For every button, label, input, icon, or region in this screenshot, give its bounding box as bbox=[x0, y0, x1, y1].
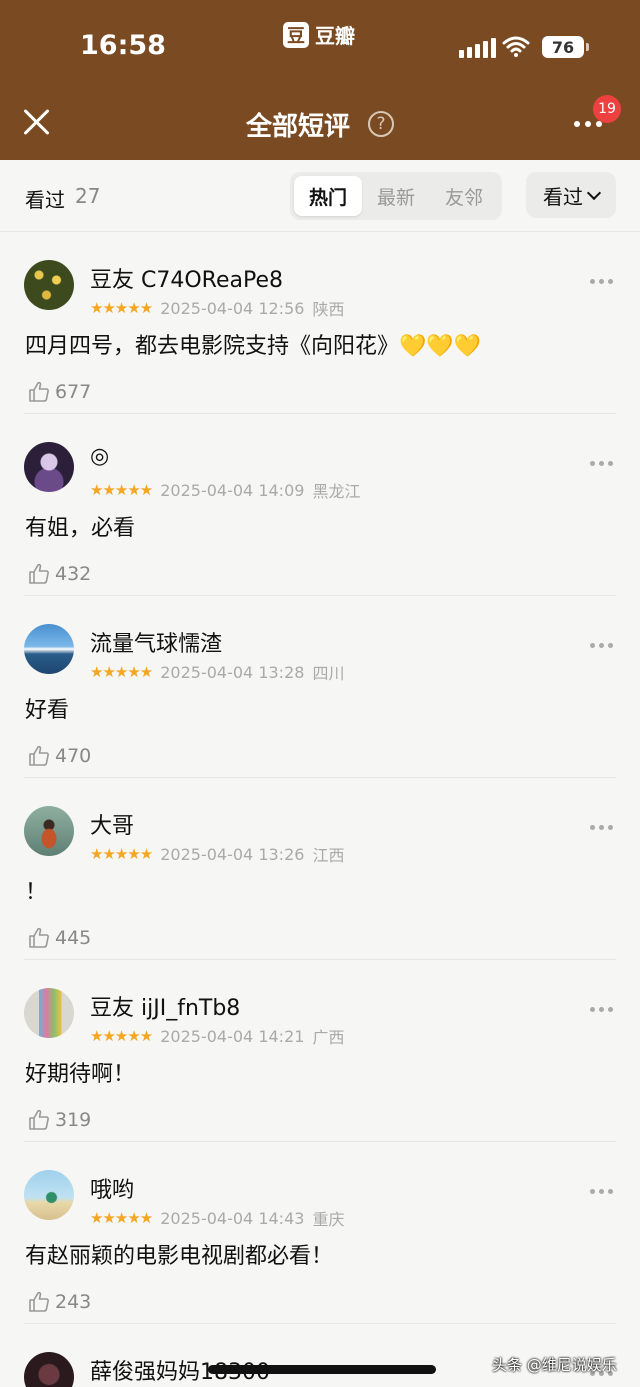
like-count: 432 bbox=[55, 563, 92, 585]
like-count: 445 bbox=[55, 927, 92, 949]
comment-text: 有赵丽颖的电影电视剧都必看！ bbox=[25, 1244, 334, 1269]
rating-stars: ★★★★★ bbox=[90, 1027, 153, 1045]
username[interactable]: 流量气球懦渣 bbox=[90, 626, 222, 658]
comment-item: 大哥 ★★★★★ 2025-04-04 13:26 江西 ！ 445 bbox=[0, 778, 640, 960]
like-count: 243 bbox=[55, 1291, 92, 1313]
comment-location: 陕西 bbox=[312, 300, 345, 319]
avatar[interactable] bbox=[24, 442, 74, 492]
comment-item: 豆友 ijJI_fnTb8 ★★★★★ 2025-04-04 14:21 广西 … bbox=[0, 960, 640, 1142]
app-header: 16:58 豆 豆瓣 76 全部短评 ? 19 bbox=[0, 0, 640, 160]
thumbs-up-icon bbox=[29, 381, 49, 402]
comment-text: 有姐，必看 bbox=[25, 516, 136, 541]
avatar[interactable] bbox=[24, 1170, 74, 1220]
like-button[interactable]: 470 bbox=[27, 744, 91, 768]
thumbs-up-icon bbox=[29, 927, 49, 948]
comment-more-icon[interactable] bbox=[590, 643, 613, 648]
rating-stars: ★★★★★ bbox=[90, 299, 153, 317]
username[interactable]: ◎ bbox=[90, 444, 109, 469]
douban-logo-icon: 豆 bbox=[283, 21, 309, 48]
comment-text: 好期待啊！ bbox=[25, 1062, 136, 1087]
battery-level: 76 bbox=[542, 36, 589, 58]
comment-more-icon[interactable] bbox=[590, 461, 613, 466]
seen-label: 看过 bbox=[25, 188, 65, 212]
wifi-icon bbox=[502, 36, 530, 57]
comment-location: 黑龙江 bbox=[312, 482, 361, 501]
comment-location: 广西 bbox=[312, 1028, 345, 1047]
cellular-signal-icon bbox=[459, 38, 496, 58]
comment-item: 哦哟 ★★★★★ 2025-04-04 14:43 重庆 有赵丽颖的电影电视剧都… bbox=[0, 1142, 640, 1324]
like-button[interactable]: 243 bbox=[27, 1290, 91, 1314]
seen-count: 27 bbox=[75, 184, 101, 208]
watermark: 头条 @维尼说娱乐 bbox=[492, 1356, 617, 1374]
avatar[interactable] bbox=[24, 806, 74, 856]
like-count: 677 bbox=[55, 381, 92, 403]
comment-more-icon[interactable] bbox=[590, 1189, 613, 1194]
thumbs-up-icon bbox=[29, 745, 49, 766]
comment-meta: ★★★★★ 2025-04-04 13:28 四川 bbox=[90, 660, 344, 684]
rating-stars: ★★★★★ bbox=[90, 1209, 153, 1227]
comment-time: 2025-04-04 13:28 bbox=[160, 662, 305, 682]
comment-time: 2025-04-04 13:26 bbox=[160, 844, 305, 864]
chevron-down-icon bbox=[586, 185, 602, 200]
tab-latest[interactable]: 最新 bbox=[362, 176, 430, 216]
comment-location: 四川 bbox=[312, 664, 345, 683]
thumbs-up-icon bbox=[29, 1109, 49, 1130]
comment-more-icon[interactable] bbox=[590, 825, 613, 830]
tab-hot[interactable]: 热门 bbox=[294, 176, 362, 216]
help-icon[interactable]: ? bbox=[368, 111, 394, 137]
home-indicator bbox=[208, 1365, 436, 1374]
comment-time: 2025-04-04 14:09 bbox=[160, 480, 305, 500]
like-button[interactable]: 432 bbox=[27, 562, 91, 586]
avatar[interactable] bbox=[24, 260, 74, 310]
comment-text: 好看 bbox=[25, 698, 70, 723]
close-icon[interactable] bbox=[22, 108, 50, 136]
comment-location: 江西 bbox=[312, 846, 345, 865]
comment-more-icon[interactable] bbox=[590, 279, 613, 284]
rating-stars: ★★★★★ bbox=[90, 481, 153, 499]
sort-tabs: 热门 最新 友邻 bbox=[290, 172, 502, 220]
like-count: 319 bbox=[55, 1109, 92, 1131]
comment-meta: ★★★★★ 2025-04-04 14:21 广西 bbox=[90, 1024, 344, 1048]
avatar[interactable] bbox=[24, 624, 74, 674]
username[interactable]: 大哥 bbox=[90, 808, 134, 840]
notification-badge: 19 bbox=[593, 95, 621, 123]
comment-time: 2025-04-04 12:56 bbox=[160, 298, 305, 318]
comment-item: ◎ ★★★★★ 2025-04-04 14:09 黑龙江 有姐，必看 432 bbox=[0, 414, 640, 596]
thumbs-up-icon bbox=[29, 563, 49, 584]
rating-stars: ★★★★★ bbox=[90, 845, 153, 863]
like-count: 470 bbox=[55, 745, 92, 767]
like-button[interactable]: 677 bbox=[27, 380, 91, 404]
username[interactable]: 哦哟 bbox=[90, 1172, 134, 1204]
status-time: 16:58 bbox=[80, 30, 166, 61]
comment-meta: ★★★★★ 2025-04-04 12:56 陕西 bbox=[90, 296, 344, 320]
app-indicator: 豆 豆瓣 bbox=[283, 20, 355, 49]
comment-meta: ★★★★★ 2025-04-04 14:43 重庆 bbox=[90, 1206, 344, 1230]
more-options-icon[interactable] bbox=[574, 121, 602, 127]
app-name: 豆瓣 bbox=[315, 24, 355, 48]
comment-more-icon[interactable] bbox=[590, 1007, 613, 1012]
comment-meta: ★★★★★ 2025-04-04 14:09 黑龙江 bbox=[90, 478, 360, 502]
comment-text: 四月四号，都去电影院支持《向阳花》💛💛💛 bbox=[25, 334, 482, 359]
comment-location: 重庆 bbox=[312, 1210, 345, 1229]
username[interactable]: 豆友 C74OReaPe8 bbox=[90, 262, 283, 294]
comment-time: 2025-04-04 14:21 bbox=[160, 1026, 305, 1046]
comment-item: 豆友 C74OReaPe8 ★★★★★ 2025-04-04 12:56 陕西 … bbox=[0, 232, 640, 414]
tab-friends[interactable]: 友邻 bbox=[430, 176, 498, 216]
thumbs-up-icon bbox=[29, 1291, 49, 1312]
watched-filter-dropdown[interactable]: 看过 bbox=[526, 172, 616, 218]
comment-text: ！ bbox=[25, 880, 48, 905]
like-button[interactable]: 319 bbox=[27, 1108, 91, 1132]
dropdown-label: 看过 bbox=[543, 184, 583, 209]
page-title: 全部短评 bbox=[246, 112, 351, 142]
avatar[interactable] bbox=[24, 988, 74, 1038]
username[interactable]: 豆友 ijJI_fnTb8 bbox=[90, 990, 240, 1022]
avatar[interactable] bbox=[24, 1352, 74, 1387]
rating-stars: ★★★★★ bbox=[90, 663, 153, 681]
comment-item: 流量气球懦渣 ★★★★★ 2025-04-04 13:28 四川 好看 470 bbox=[0, 596, 640, 778]
comment-meta: ★★★★★ 2025-04-04 13:26 江西 bbox=[90, 842, 344, 866]
comment-time: 2025-04-04 14:43 bbox=[160, 1208, 305, 1228]
like-button[interactable]: 445 bbox=[27, 926, 91, 950]
